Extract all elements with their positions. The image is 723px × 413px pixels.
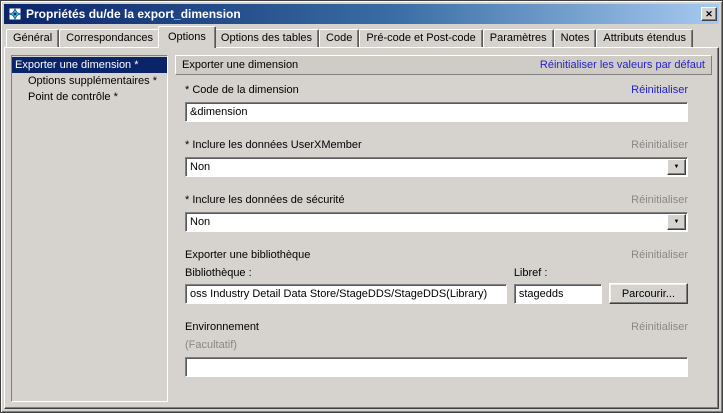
chevron-down-icon[interactable]: ▼ [667, 214, 686, 230]
bibliotheque-input[interactable] [185, 284, 507, 304]
tab-général[interactable]: Général [6, 29, 59, 47]
tab-options-des-tables[interactable]: Options des tables [214, 29, 319, 47]
securite-select[interactable]: Non ▼ [185, 212, 688, 232]
bibliotheque-label: Bibliothèque : [185, 267, 507, 279]
section-list: Exporter une dimension *Options suppléme… [11, 55, 168, 402]
code-dimension-label: * Code de la dimension [185, 84, 299, 96]
tab-paramètres[interactable]: Paramètres [483, 29, 554, 47]
close-button[interactable]: ✕ [701, 7, 717, 21]
panel-body: * Code de la dimension Réinitialiser * I… [175, 82, 712, 402]
tab-notes[interactable]: Notes [554, 29, 597, 47]
window-title: Propriétés du/de la export_dimension [26, 7, 701, 21]
sidebar-item[interactable]: Point de contrôle * [12, 89, 167, 105]
tab-strip: GénéralCorrespondancesOptionsOptions des… [4, 24, 719, 47]
tab-code[interactable]: Code [319, 29, 359, 47]
field-userxmember: * Inclure les données UserXMember Réinit… [185, 139, 688, 177]
reset-all-link[interactable]: Réinitialiser les valeurs par défaut [540, 59, 705, 71]
field-securite: * Inclure les données de sécurité Réinit… [185, 194, 688, 232]
securite-label: * Inclure les données de sécurité [185, 194, 345, 206]
export-library-reset-link[interactable]: Réinitialiser [631, 249, 688, 261]
options-panel: Exporter une dimension Réinitialiser les… [175, 55, 712, 402]
chevron-down-icon[interactable]: ▼ [667, 159, 686, 175]
tab-pré-code-et-post-code[interactable]: Pré-code et Post-code [359, 29, 482, 47]
field-export-library: Exporter une bibliothèque Réinitialiser … [185, 249, 688, 304]
tab-correspondances[interactable]: Correspondances [59, 29, 160, 47]
sidebar-item[interactable]: Exporter une dimension * [12, 57, 167, 73]
code-dimension-input[interactable] [185, 102, 688, 122]
field-environment: Environnement Réinitialiser (Facultatif) [185, 321, 688, 377]
userxmember-selected-value: Non [190, 161, 210, 173]
sidebar-item[interactable]: Options supplémentaires * [12, 73, 167, 89]
environment-input[interactable] [185, 357, 688, 377]
libref-label: Libref : [514, 267, 602, 279]
securite-selected-value: Non [190, 216, 210, 228]
environment-optional-hint: (Facultatif) [185, 339, 688, 351]
userxmember-reset-link[interactable]: Réinitialiser [631, 139, 688, 151]
code-dimension-reset-link[interactable]: Réinitialiser [631, 84, 688, 96]
securite-reset-link[interactable]: Réinitialiser [631, 194, 688, 206]
libref-input[interactable] [514, 284, 602, 304]
userxmember-label: * Inclure les données UserXMember [185, 139, 362, 151]
app-icon [7, 7, 22, 22]
options-tab-page: Exporter une dimension *Options suppléme… [4, 47, 719, 409]
properties-dialog: Propriétés du/de la export_dimension ✕ G… [0, 0, 723, 413]
environment-reset-link[interactable]: Réinitialiser [631, 321, 688, 333]
field-code-dimension: * Code de la dimension Réinitialiser [185, 84, 688, 122]
userxmember-select[interactable]: Non ▼ [185, 157, 688, 177]
titlebar[interactable]: Propriétés du/de la export_dimension ✕ [4, 4, 719, 24]
panel-title: Exporter une dimension [182, 59, 298, 71]
browse-button[interactable]: Parcourir... [609, 283, 688, 304]
panel-header: Exporter une dimension Réinitialiser les… [175, 55, 712, 75]
tab-options[interactable]: Options [158, 26, 216, 48]
environment-label: Environnement [185, 321, 259, 333]
export-library-label: Exporter une bibliothèque [185, 249, 310, 261]
tab-attributs-étendus[interactable]: Attributs étendus [596, 29, 693, 47]
